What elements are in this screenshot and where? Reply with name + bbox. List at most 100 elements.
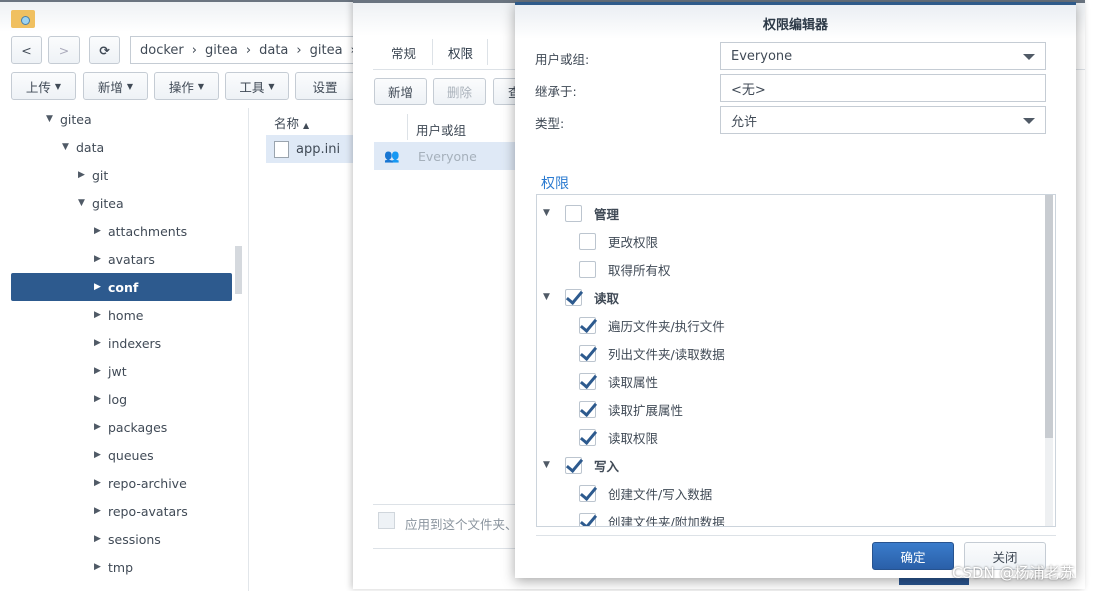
caret-down-icon[interactable]: ▼ — [543, 460, 565, 470]
tree-item[interactable]: ▶ repo-archive — [94, 469, 187, 497]
caret-right-icon[interactable]: ▶ — [94, 450, 108, 460]
add-button[interactable]: 新增 — [374, 78, 427, 105]
permission-item[interactable]: 读取属性 — [579, 367, 658, 395]
permission-item[interactable]: 创建文件夹/附加数据 — [579, 507, 725, 526]
caret-right-icon[interactable]: ▶ — [94, 366, 108, 376]
tree-item[interactable]: ▶ git — [78, 161, 108, 189]
create-button[interactable]: 新增 ▼ — [83, 72, 148, 100]
breadcrumb-item[interactable]: gitea — [205, 43, 238, 58]
tree-item[interactable]: ▶ conf — [11, 273, 232, 301]
breadcrumb-item[interactable]: data — [259, 43, 288, 58]
caret-down-icon[interactable]: ▼ — [543, 208, 565, 218]
tree-item[interactable]: ▶ indexers — [94, 329, 161, 357]
user-column-header[interactable]: 用户或组 — [416, 120, 466, 139]
permission-item[interactable]: 列出文件夹/读取数据 — [579, 339, 725, 367]
tab-permissions[interactable]: 权限 — [448, 43, 473, 62]
tree-item-label: repo-archive — [108, 475, 187, 491]
caret-right-icon[interactable]: ▶ — [94, 422, 108, 432]
upload-button[interactable]: 上传 ▼ — [11, 72, 76, 100]
caret-down-icon: ▼ — [268, 81, 275, 91]
tree-scrollbar[interactable] — [235, 246, 242, 294]
caret-right-icon[interactable]: ▶ — [94, 310, 108, 320]
tree-item-label: sessions — [108, 531, 161, 547]
permission-item[interactable]: 读取扩展属性 — [579, 395, 683, 423]
permission-item[interactable]: ▼ 管理 — [543, 199, 619, 227]
checkbox[interactable] — [565, 456, 582, 474]
caret-right-icon[interactable]: ▶ — [94, 338, 108, 348]
permission-item[interactable]: 更改权限 — [579, 227, 658, 255]
permission-editor-dialog: 权限编辑器 用户或组: Everyone 继承于: <无> 类型: 允许 权限 … — [515, 2, 1076, 578]
settings-button[interactable]: 设置 — [295, 72, 355, 100]
tree-item[interactable]: ▶ packages — [94, 413, 167, 441]
forward-button[interactable]: > — [48, 36, 80, 64]
permission-item[interactable]: 取得所有权 — [579, 255, 671, 283]
action-button[interactable]: 操作 ▼ — [154, 72, 219, 100]
tab-general[interactable]: 常规 — [391, 43, 416, 62]
user-select[interactable]: Everyone — [720, 42, 1046, 70]
breadcrumb-item[interactable]: gitea — [310, 43, 343, 58]
back-button[interactable]: < — [11, 36, 42, 64]
caret-right-icon[interactable]: ▶ — [94, 254, 108, 264]
tree-item[interactable]: ▼ data — [62, 133, 104, 161]
chevron-right-icon: › — [296, 42, 302, 58]
file-row[interactable]: app.ini — [266, 135, 360, 163]
list-scrollbar-track[interactable] — [1045, 195, 1053, 526]
permission-item[interactable]: 创建文件/写入数据 — [579, 479, 712, 507]
checkbox[interactable] — [565, 204, 582, 222]
permission-item[interactable]: 遍历文件夹/执行文件 — [579, 311, 725, 339]
tree-item-label: packages — [108, 419, 168, 435]
tree-item[interactable]: ▶ attachments — [94, 217, 187, 245]
caret-right-icon[interactable]: ▶ — [94, 226, 108, 236]
type-select[interactable]: 允许 — [720, 106, 1046, 134]
apply-checkbox[interactable] — [378, 512, 395, 529]
checkbox[interactable] — [579, 428, 596, 446]
checkbox[interactable] — [579, 372, 596, 390]
delete-button[interactable]: 删除 — [433, 78, 486, 105]
refresh-button[interactable]: ⟳ — [89, 36, 120, 64]
file-icon — [274, 140, 289, 158]
path-bar[interactable]: docker› gitea› data› gitea› — [130, 36, 360, 64]
caret-down-icon[interactable]: ▼ — [46, 114, 60, 124]
tools-button[interactable]: 工具 ▼ — [225, 72, 289, 100]
checkbox[interactable] — [579, 232, 596, 250]
tree-item[interactable]: ▶ repo-avatars — [94, 497, 188, 525]
tab-divider — [487, 39, 488, 65]
list-scrollbar-thumb[interactable] — [1045, 195, 1053, 438]
checkbox[interactable] — [579, 400, 596, 418]
caret-down-icon[interactable]: ▼ — [62, 142, 76, 152]
caret-right-icon[interactable]: ▶ — [94, 534, 108, 544]
caret-right-icon[interactable]: ▶ — [78, 170, 92, 180]
tree-item[interactable]: ▶ tmp — [94, 553, 133, 581]
permission-item[interactable]: 读取权限 — [579, 423, 658, 451]
tree-item[interactable]: ▶ sessions — [94, 525, 161, 553]
checkbox[interactable] — [565, 288, 582, 306]
tree-item[interactable]: ▼ gitea — [78, 189, 124, 217]
caret-right-icon[interactable]: ▶ — [94, 394, 108, 404]
divider — [373, 504, 533, 505]
tree-item[interactable]: ▶ jwt — [94, 357, 127, 385]
checkbox[interactable] — [579, 512, 596, 526]
caret-right-icon[interactable]: ▶ — [94, 506, 108, 516]
caret-right-icon[interactable]: ▶ — [94, 562, 108, 572]
caret-down-icon[interactable]: ▼ — [543, 292, 565, 302]
ok-button[interactable]: 确定 — [872, 542, 954, 570]
permission-item[interactable]: ▼ 读取 — [543, 283, 619, 311]
inherit-field: <无> — [720, 74, 1046, 102]
checkbox[interactable] — [579, 316, 596, 334]
checkbox[interactable] — [579, 344, 596, 362]
tree-item-label: queues — [108, 447, 154, 463]
tree-item[interactable]: ▶ log — [94, 385, 127, 413]
permission-row[interactable]: 👥 Everyone — [374, 142, 524, 170]
breadcrumb-item[interactable]: docker — [140, 43, 184, 58]
tree-item[interactable]: ▶ queues — [94, 441, 154, 469]
tree-item[interactable]: ▼ gitea — [46, 105, 92, 133]
tree-item[interactable]: ▶ avatars — [94, 245, 155, 273]
checkbox[interactable] — [579, 260, 596, 278]
checkbox[interactable] — [579, 484, 596, 502]
permission-item[interactable]: ▼ 写入 — [543, 451, 619, 479]
caret-down-icon[interactable]: ▼ — [78, 198, 92, 208]
caret-right-icon[interactable]: ▶ — [94, 282, 108, 292]
caret-right-icon[interactable]: ▶ — [94, 478, 108, 488]
name-column-header[interactable]: 名称 ▲ — [274, 113, 309, 132]
tree-item[interactable]: ▶ home — [94, 301, 143, 329]
